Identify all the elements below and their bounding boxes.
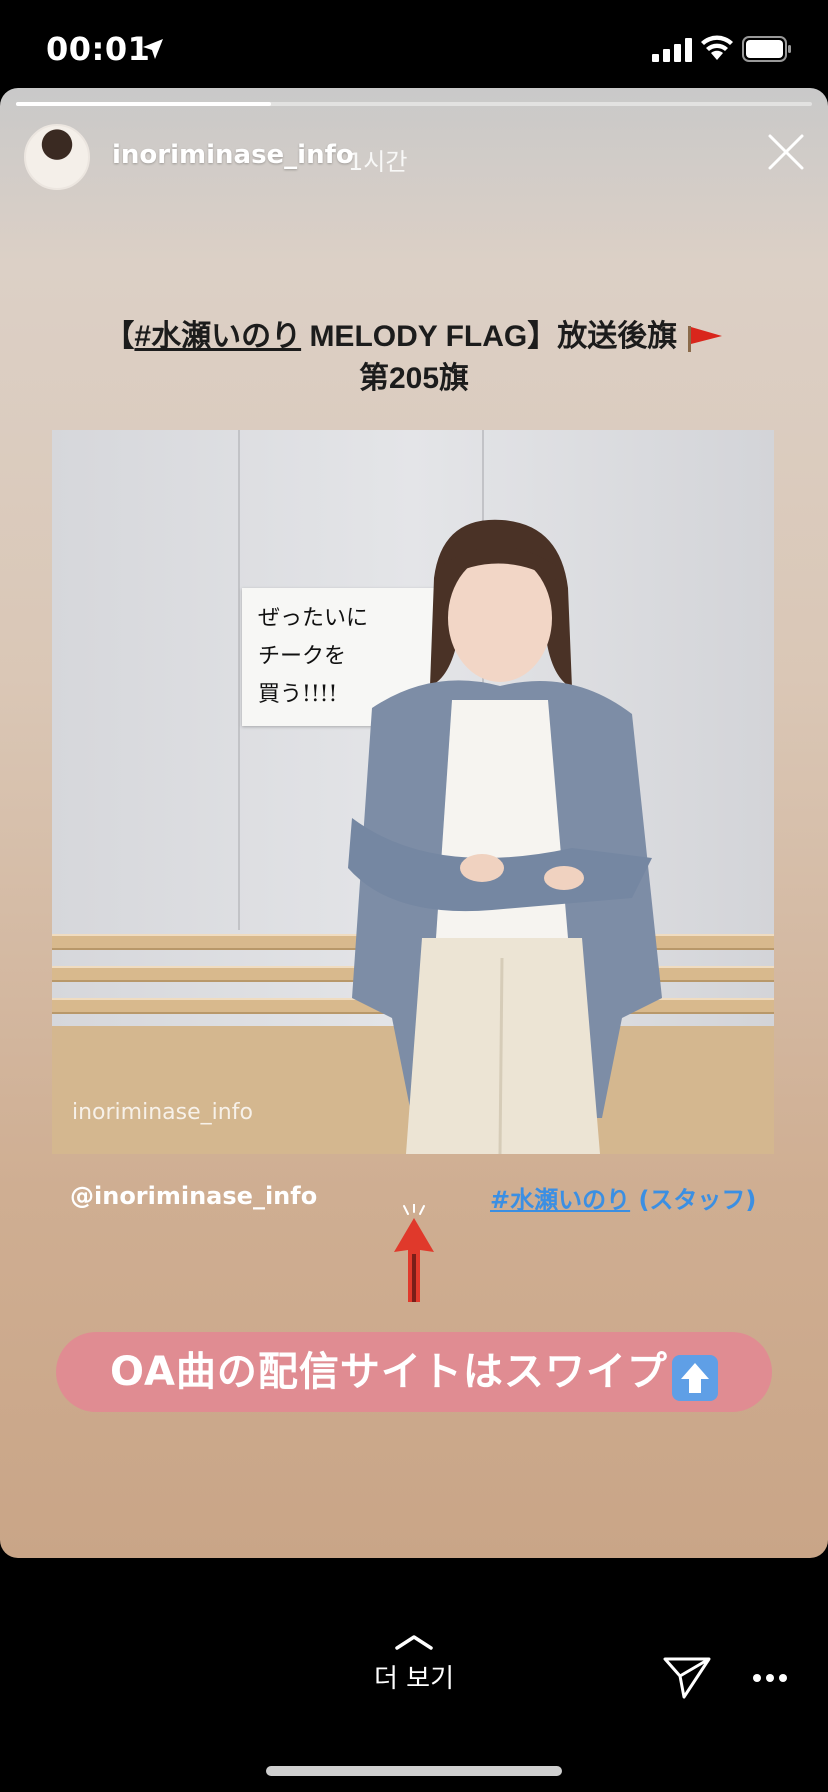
arrow-up-sticker-icon	[394, 1204, 434, 1302]
story-username[interactable]: inoriminase_info	[112, 140, 354, 170]
wall-seam	[238, 430, 240, 930]
headline-line-2: 第205旗	[358, 362, 470, 395]
home-indicator[interactable]	[266, 1766, 562, 1776]
wifi-icon	[701, 35, 733, 60]
battery-icon	[742, 36, 791, 62]
headline-middle: MELODY FLAG】放送後旗	[301, 320, 678, 353]
send-icon[interactable]	[662, 1654, 712, 1700]
avatar[interactable]	[24, 124, 90, 190]
mention-sticker[interactable]: @inoriminase_info	[70, 1182, 317, 1210]
story-time-ago: 1시간	[348, 148, 408, 176]
story-progress-bar	[16, 102, 812, 106]
headline-hashtag[interactable]: #水瀬いのり	[134, 320, 301, 353]
location-arrow-icon	[143, 39, 163, 59]
swipe-banner-text: OA曲の配信サイトはスワイプ	[110, 1349, 668, 1395]
cellular-signal-icon	[652, 38, 692, 62]
headline-line-1: 【#水瀬いのり MELODY FLAG】放送後旗	[40, 316, 788, 358]
up-arrow-icon	[671, 1354, 718, 1401]
see-more-label: 더 보기	[373, 1664, 455, 1694]
headline-prefix: 【	[104, 320, 135, 353]
hashtag-sticker[interactable]: #水瀬いのり (スタッフ)	[490, 1180, 756, 1215]
story-progress-fill	[16, 102, 271, 106]
story-card[interactable]: inoriminase_info 1시간 【#水瀬いのり MELODY FLAG…	[0, 88, 828, 1558]
person-figure	[348, 519, 662, 1154]
status-bar: 00:01	[0, 0, 828, 88]
story-headline: 【#水瀬いのり MELODY FLAG】放送後旗 第205旗	[40, 316, 788, 400]
status-time: 00:01	[46, 30, 151, 68]
hashtag-link[interactable]: #水瀬いのり	[490, 1186, 630, 1214]
swipe-up-banner[interactable]: OA曲の配信サイトはスワイプ	[56, 1332, 772, 1412]
more-options-icon[interactable]	[752, 1672, 788, 1684]
photo-watermark: inoriminase_info	[72, 1100, 253, 1125]
close-icon[interactable]	[766, 132, 806, 172]
red-flag-icon	[687, 326, 722, 353]
hashtag-suffix: (スタッフ)	[630, 1186, 757, 1214]
story-photo: ぜったいに チークを 買う!!!! inoriminase_info	[52, 430, 774, 1154]
chevron-up-icon	[395, 1635, 433, 1650]
